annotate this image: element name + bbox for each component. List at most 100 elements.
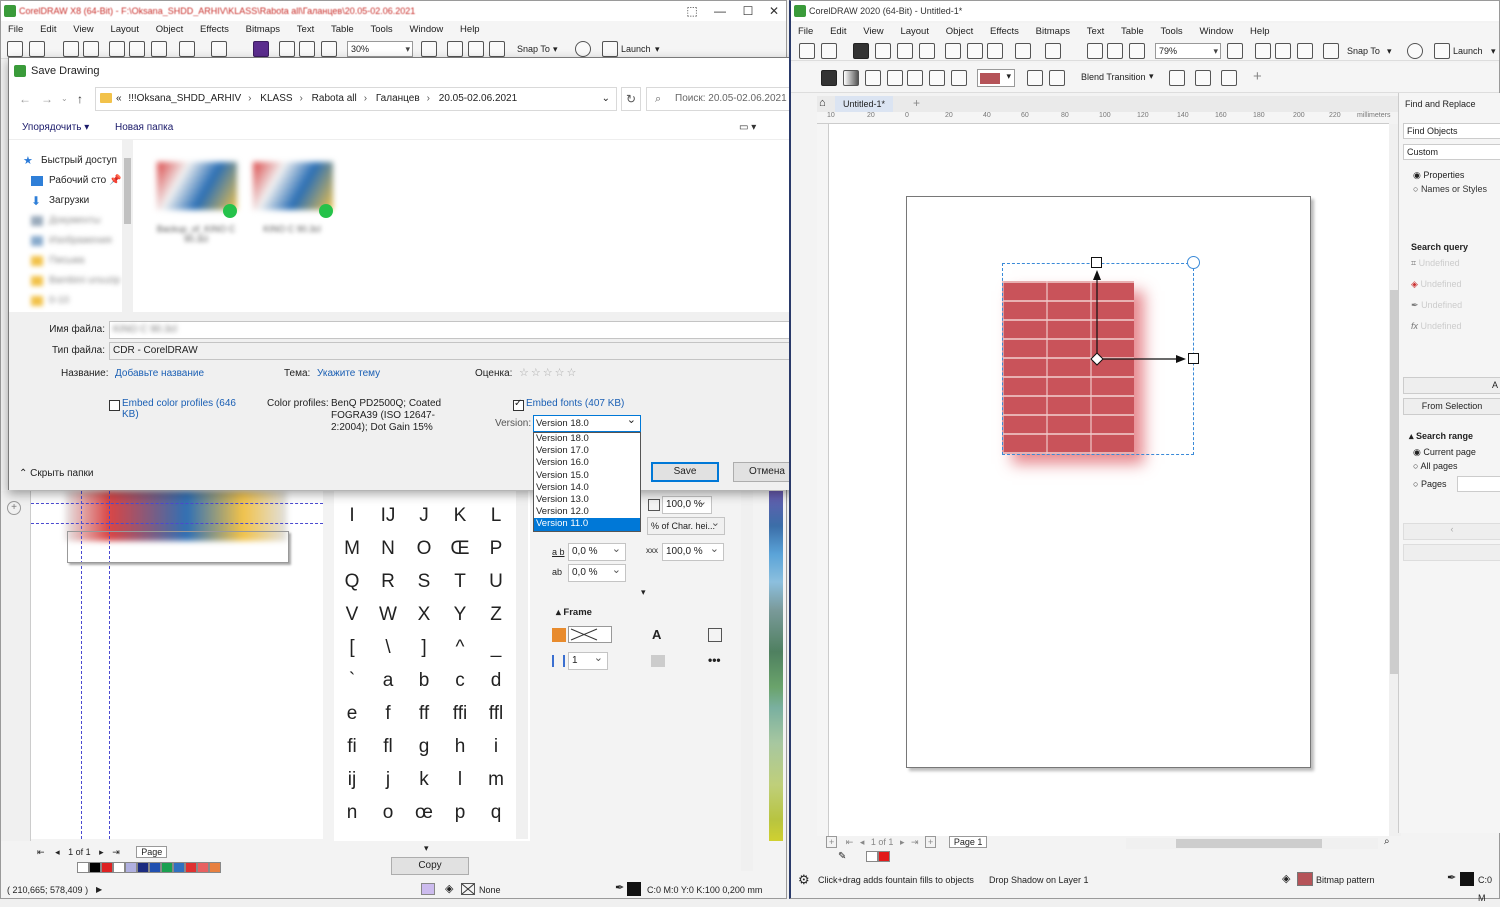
- glyph[interactable]: ff: [406, 703, 442, 725]
- paste-icon[interactable]: [987, 43, 1003, 59]
- print-icon[interactable]: [83, 41, 99, 57]
- paste-icon[interactable]: [151, 41, 167, 57]
- right-menu-bitmaps[interactable]: Bitmaps: [1029, 23, 1077, 41]
- glyph[interactable]: Z: [478, 604, 514, 626]
- radio-properties[interactable]: ◉ Properties: [1413, 170, 1464, 181]
- glyph[interactable]: œ: [406, 802, 442, 824]
- glyph[interactable]: Y: [442, 604, 478, 626]
- color-swatch[interactable]: [125, 862, 137, 873]
- more-dots-icon[interactable]: •••: [708, 653, 721, 667]
- right-menu-view[interactable]: View: [856, 23, 890, 41]
- address-bar[interactable]: « !!!Oksana_SHDD_ARHIV › KLASS › Rabota al…: [95, 87, 617, 111]
- nav-scrollbar[interactable]: [122, 140, 133, 312]
- color-swatch[interactable]: [113, 862, 125, 873]
- version-option[interactable]: Version 12.0: [534, 506, 640, 518]
- breadcrumb-item[interactable]: 20.05-02.06.2021: [439, 93, 517, 104]
- history-dropdown-icon[interactable]: ⌄: [61, 94, 68, 103]
- find-objects-combo[interactable]: Find Objects: [1403, 123, 1500, 139]
- glyph[interactable]: T: [442, 571, 478, 593]
- glyph[interactable]: o: [370, 802, 406, 824]
- glyph[interactable]: g: [406, 736, 442, 758]
- left-page-tab[interactable]: Page: [136, 846, 168, 858]
- glyph[interactable]: L: [478, 505, 514, 527]
- left-snap-to[interactable]: Snap To: [517, 39, 550, 59]
- nav-quick-access[interactable]: ★ Быстрый доступ: [19, 152, 117, 170]
- nav-folder[interactable]: 0-10: [27, 292, 69, 310]
- glyph[interactable]: c: [442, 670, 478, 692]
- version-option[interactable]: Version 16.0: [534, 457, 640, 469]
- left-menu-tools[interactable]: Tools: [364, 21, 400, 39]
- glyph[interactable]: d: [478, 670, 514, 692]
- glyph[interactable]: ffl: [478, 703, 514, 725]
- pdf-icon[interactable]: [321, 41, 337, 57]
- up-folder-icon[interactable]: ↑: [77, 92, 83, 106]
- left-menu-help[interactable]: Help: [453, 21, 487, 39]
- export-icon[interactable]: [299, 41, 315, 57]
- blend-transition-label[interactable]: Blend Transition: [1081, 72, 1146, 82]
- embed-fonts-label[interactable]: Embed fonts (407 KB): [526, 398, 624, 409]
- char-spacing-input[interactable]: 0,0 %: [568, 541, 626, 561]
- glyph[interactable]: p: [442, 802, 478, 824]
- glyph[interactable]: f: [370, 703, 406, 725]
- glyph[interactable]: q: [478, 802, 514, 824]
- glyph[interactable]: \: [370, 637, 406, 659]
- version-option[interactable]: Version 18.0: [534, 433, 640, 445]
- glyph[interactable]: k: [406, 769, 442, 791]
- glyph[interactable]: n: [334, 802, 370, 824]
- launch-icon[interactable]: [602, 41, 618, 57]
- forward-icon[interactable]: →: [41, 92, 53, 106]
- frame-fit-icon[interactable]: [708, 628, 722, 642]
- transform-with-object-icon[interactable]: [1169, 70, 1185, 86]
- breadcrumb-chevron-icon[interactable]: ›: [427, 93, 430, 104]
- color-swatch[interactable]: [173, 862, 185, 873]
- open-icon[interactable]: [821, 43, 837, 59]
- right-menu-help[interactable]: Help: [1243, 23, 1277, 41]
- copy-icon[interactable]: [967, 43, 983, 59]
- nav-scroll-thumb[interactable]: [124, 158, 131, 224]
- redo-icon[interactable]: [211, 41, 227, 57]
- glyph[interactable]: j: [370, 769, 406, 791]
- radio-names-styles[interactable]: ○ Names or Styles: [1413, 184, 1487, 194]
- glyph-expand-icon[interactable]: ▾: [424, 843, 429, 854]
- breadcrumb-overflow[interactable]: «: [116, 93, 122, 104]
- status-doc-color-icon[interactable]: [421, 883, 435, 895]
- glyph[interactable]: M: [334, 538, 370, 560]
- column-settings-icon[interactable]: [651, 655, 665, 667]
- first-page-icon[interactable]: ⇤: [846, 837, 854, 847]
- pattern-picker[interactable]: ▾: [977, 69, 1015, 87]
- copy-glyph-button[interactable]: Copy: [391, 857, 469, 875]
- search-range-header[interactable]: ▴ Search range: [1409, 431, 1473, 442]
- color-swatch[interactable]: [101, 862, 113, 873]
- left-menu-bitmaps[interactable]: Bitmaps: [239, 21, 287, 39]
- expand-more-icon[interactable]: ▾: [641, 587, 646, 598]
- glyph[interactable]: h: [442, 736, 478, 758]
- fill-icon[interactable]: ◈: [1282, 872, 1290, 885]
- no-color-swatch[interactable]: [77, 862, 89, 873]
- launch-dropdown-icon[interactable]: ▾: [655, 39, 660, 59]
- pages-input[interactable]: [1457, 476, 1500, 492]
- props-scrollbar[interactable]: [741, 491, 753, 871]
- filetype-select[interactable]: CDR - CorelDRAW: [109, 340, 811, 360]
- left-minimize-button[interactable]: —: [707, 1, 733, 21]
- next-page-icon[interactable]: ▸: [99, 847, 104, 857]
- right-menu-file[interactable]: File: [791, 23, 820, 41]
- docker-button-empty[interactable]: [1403, 544, 1500, 561]
- glyph[interactable]: a: [370, 670, 406, 692]
- glyph[interactable]: m: [478, 769, 514, 791]
- glyph[interactable]: O: [406, 538, 442, 560]
- guidelines-icon[interactable]: [1297, 43, 1313, 59]
- version-option[interactable]: Version 14.0: [534, 482, 640, 494]
- embed-color-checkbox[interactable]: [109, 400, 120, 411]
- add-page-before-icon[interactable]: +: [826, 836, 838, 848]
- glyph[interactable]: X: [406, 604, 442, 626]
- snap-off-icon[interactable]: [1323, 43, 1339, 59]
- options-gear-icon[interactable]: [1407, 43, 1423, 59]
- glyph[interactable]: ffi: [442, 703, 478, 725]
- glyph[interactable]: i: [478, 736, 514, 758]
- color-swatch[interactable]: [149, 862, 161, 873]
- left-canvas[interactable]: [31, 491, 323, 839]
- glyph[interactable]: _: [478, 637, 514, 659]
- prev-page-icon[interactable]: ◂: [55, 847, 60, 857]
- left-menu-view[interactable]: View: [66, 21, 100, 39]
- last-page-icon[interactable]: ⇥: [112, 847, 120, 857]
